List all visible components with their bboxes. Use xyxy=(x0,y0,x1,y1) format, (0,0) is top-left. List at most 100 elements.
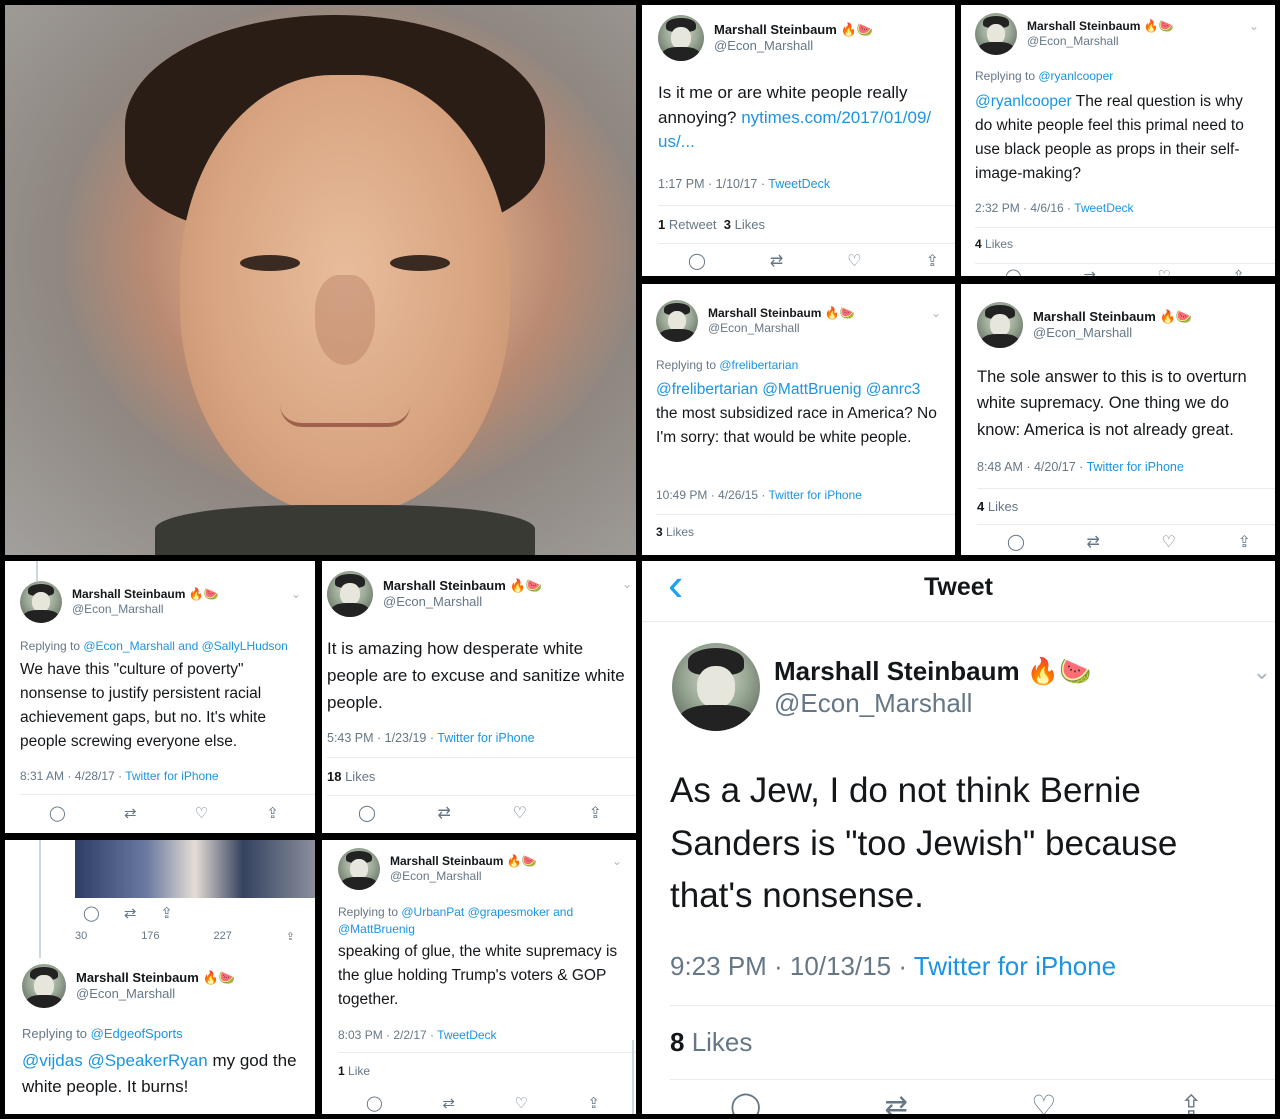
share-icon[interactable]: ⇪ xyxy=(160,904,173,922)
tweet-client[interactable]: Twitter for iPhone xyxy=(769,488,862,502)
avatar[interactable] xyxy=(975,13,1017,55)
like-icon[interactable]: ♡ xyxy=(847,251,861,271)
share-icon[interactable]: ⇪ xyxy=(266,804,279,822)
replying-to: Replying to @ryanlcooper xyxy=(975,69,1113,83)
retweet-icon[interactable]: ⇄ xyxy=(438,803,451,823)
reply-icon[interactable]: ◯ xyxy=(1005,267,1022,276)
tweet-card-1[interactable]: Marshall Steinbaum 🔥🍉 @Econ_Marshall Is … xyxy=(642,5,955,276)
author-name[interactable]: Marshall Steinbaum xyxy=(390,854,503,868)
like-icon[interactable]: ♡ xyxy=(195,804,208,822)
author-name[interactable]: Marshall Steinbaum xyxy=(1027,19,1140,33)
tweet-stats[interactable]: 4 Likes xyxy=(975,237,1013,251)
reply-icon[interactable]: ◯ xyxy=(83,904,100,922)
author-name[interactable]: Marshall Steinbaum xyxy=(72,587,185,601)
tweet-stats[interactable]: 1 Like xyxy=(338,1064,370,1078)
share-icon[interactable]: ⇪ xyxy=(1232,267,1245,276)
tweet-stats[interactable]: 18 Likes xyxy=(327,769,375,784)
replying-to-link[interactable]: @EdgeofSports xyxy=(91,1026,183,1041)
tweet-card-6[interactable]: Marshall Steinbaum 🔥🍉 @Econ_Marshall ⌄ I… xyxy=(322,561,636,833)
retweet-icon[interactable]: ⇄ xyxy=(1083,267,1096,276)
retweet-icon[interactable]: ⇄ xyxy=(770,251,783,271)
retweet-icon[interactable]: ⇄ xyxy=(1087,532,1100,552)
tweet-client[interactable]: Twitter for iPhone xyxy=(125,769,218,783)
tweet-card-5[interactable]: Marshall Steinbaum 🔥🍉 @Econ_Marshall ⌄ R… xyxy=(5,561,315,833)
author-name[interactable]: Marshall Steinbaum xyxy=(76,970,199,985)
reply-icon[interactable]: ◯ xyxy=(358,803,376,823)
chevron-down-icon[interactable]: ⌄ xyxy=(931,306,941,320)
replying-to: Replying to @EdgeofSports xyxy=(22,1026,183,1041)
reply-icon[interactable]: ◯ xyxy=(1007,532,1025,552)
avatar[interactable] xyxy=(658,15,704,61)
avatar[interactable] xyxy=(338,848,380,890)
tweet-card-8[interactable]: Marshall Steinbaum 🔥🍉 @Econ_Marshall ⌄ R… xyxy=(322,840,636,1114)
author-handle[interactable]: @Econ_Marshall xyxy=(774,687,1092,720)
tweet-client[interactable]: TweetDeck xyxy=(1074,201,1133,215)
share-icon[interactable]: ⇪ xyxy=(587,1094,600,1112)
tweet-stats[interactable]: 8 Likes xyxy=(670,1027,752,1058)
tweet-card-2[interactable]: Marshall Steinbaum 🔥🍉 @Econ_Marshall ⌄ R… xyxy=(961,5,1275,276)
author-handle[interactable]: @Econ_Marshall xyxy=(714,38,873,54)
reply-icon[interactable]: ◯ xyxy=(730,1089,761,1114)
author-name[interactable]: Marshall Steinbaum xyxy=(774,656,1020,686)
retweet-icon[interactable]: ⇄ xyxy=(124,904,137,922)
avatar[interactable] xyxy=(672,643,760,731)
avatar[interactable] xyxy=(977,302,1023,348)
author-handle[interactable]: @Econ_Marshall xyxy=(72,602,219,617)
reply-icon[interactable]: ◯ xyxy=(688,251,706,271)
share-icon[interactable]: ⇪ xyxy=(1238,532,1251,552)
embedded-photo[interactable] xyxy=(75,840,315,898)
replying-to-link[interactable]: @ryanlcooper xyxy=(1038,69,1113,83)
author-name[interactable]: Marshall Steinbaum xyxy=(383,578,506,593)
retweet-icon[interactable]: ⇄ xyxy=(124,804,137,822)
reply-icon[interactable]: ◯ xyxy=(366,1094,383,1112)
author-handle[interactable]: @Econ_Marshall xyxy=(76,986,235,1002)
like-icon[interactable]: ♡ xyxy=(1031,1089,1056,1114)
chevron-down-icon[interactable]: ⌄ xyxy=(622,577,632,591)
chevron-down-icon[interactable]: ⌄ xyxy=(1253,659,1271,685)
author-handle[interactable]: @Econ_Marshall xyxy=(383,594,542,610)
author-handle[interactable]: @Econ_Marshall xyxy=(1033,325,1192,341)
avatar[interactable] xyxy=(327,571,373,617)
share-icon[interactable]: ⇪ xyxy=(286,930,295,943)
tweet-stats[interactable]: 3 Likes xyxy=(656,525,694,539)
tweet-client[interactable]: TweetDeck xyxy=(768,177,830,191)
like-icon[interactable]: ♡ xyxy=(514,1094,527,1112)
chevron-down-icon[interactable]: ⌄ xyxy=(612,854,622,868)
author-handle[interactable]: @Econ_Marshall xyxy=(390,869,537,884)
author-name[interactable]: Marshall Steinbaum xyxy=(708,306,821,320)
avatar[interactable] xyxy=(656,300,698,342)
tweet-card-7[interactable]: ◯ ⇄ ⇪ 30 176 227 ⇪ Marshall Steinbaum 🔥🍉 @Eco… xyxy=(5,840,315,1114)
mention-link[interactable]: @ryanlcooper xyxy=(975,93,1072,110)
tweet-client[interactable]: TweetDeck xyxy=(437,1028,496,1042)
tweet-card-4[interactable]: Marshall Steinbaum 🔥🍉 @Econ_Marshall The… xyxy=(961,284,1275,555)
mention-links[interactable]: @vijdas @SpeakerRyan xyxy=(22,1051,208,1070)
retweet-icon[interactable]: ⇄ xyxy=(442,1094,455,1112)
replying-to-link[interactable]: @Econ_Marshall and @SallyLHudson xyxy=(83,639,287,653)
reply-count: 30 xyxy=(75,930,88,942)
tweet-detail-panel[interactable]: ‹ Tweet Marshall Steinbaum 🔥🍉 @Econ_Mars… xyxy=(642,561,1275,1114)
avatar[interactable] xyxy=(20,581,62,623)
tweet-client[interactable]: Twitter for iPhone xyxy=(1087,460,1184,474)
author-name[interactable]: Marshall Steinbaum xyxy=(1033,309,1156,324)
reply-icon[interactable]: ◯ xyxy=(49,804,66,822)
share-icon[interactable]: ⇪ xyxy=(1180,1089,1203,1114)
like-icon[interactable]: ♡ xyxy=(1162,532,1176,552)
tweet-client[interactable]: Twitter for iPhone xyxy=(914,951,1116,981)
tweet-card-3[interactable]: Marshall Steinbaum 🔥🍉 @Econ_Marshall ⌄ R… xyxy=(642,284,955,555)
author-handle[interactable]: @Econ_Marshall xyxy=(708,321,855,336)
replying-to-link[interactable]: @frelibertarian xyxy=(719,358,798,372)
mention-links[interactable]: @frelibertarian @MattBruenig @anrc3 xyxy=(656,378,946,402)
chevron-down-icon[interactable]: ⌄ xyxy=(1249,19,1259,33)
author-handle[interactable]: @Econ_Marshall xyxy=(1027,34,1174,49)
author-name[interactable]: Marshall Steinbaum xyxy=(714,22,837,37)
like-icon[interactable]: ♡ xyxy=(513,803,527,823)
like-icon[interactable]: ♡ xyxy=(1157,267,1170,276)
tweet-client[interactable]: Twitter for iPhone xyxy=(437,731,534,745)
tweet-stats[interactable]: 4 Likes xyxy=(977,499,1018,514)
share-icon[interactable]: ⇪ xyxy=(926,251,939,271)
share-icon[interactable]: ⇪ xyxy=(589,803,602,823)
retweet-icon[interactable]: ⇄ xyxy=(885,1089,908,1114)
chevron-down-icon[interactable]: ⌄ xyxy=(291,587,301,601)
tweet-stats[interactable]: 1 Retweet 3 Likes xyxy=(658,217,765,232)
avatar[interactable] xyxy=(22,964,66,1008)
